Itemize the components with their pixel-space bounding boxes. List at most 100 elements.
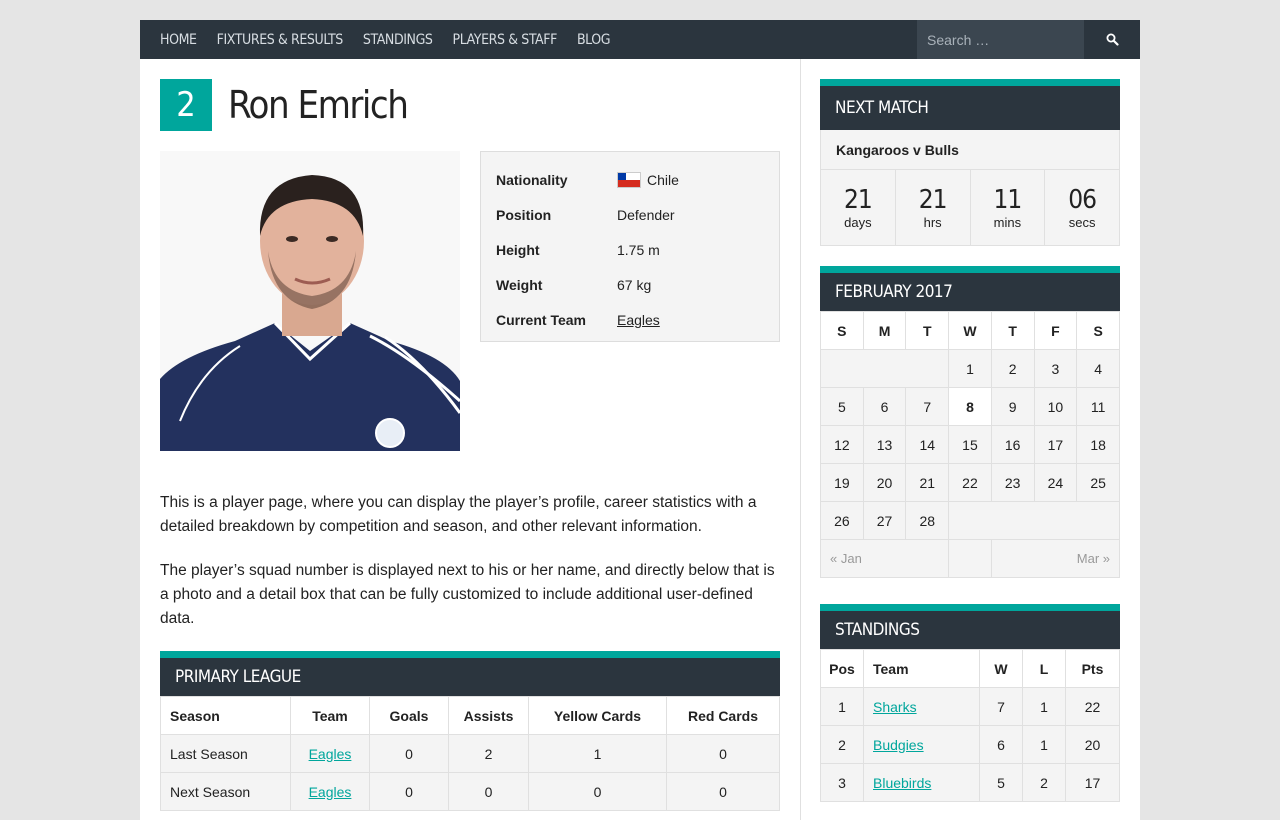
intro-paragraph: This is a player page, where you can dis… <box>160 494 757 535</box>
chile-flag-icon <box>617 171 641 188</box>
calendar-day[interactable]: 19 <box>820 463 864 502</box>
calendar-day[interactable]: 11 <box>1076 387 1120 426</box>
match-name[interactable]: Kangaroos v Bulls <box>820 130 1120 170</box>
calendar-day[interactable]: 12 <box>820 425 864 464</box>
calendar-day[interactable]: 4 <box>1076 349 1120 388</box>
calendar-day[interactable]: 15 <box>948 425 992 464</box>
calendar-day[interactable]: 22 <box>948 463 992 502</box>
team-link[interactable]: Bluebirds <box>873 775 931 791</box>
calendar-day[interactable]: 17 <box>1033 425 1078 464</box>
col-assists: Assists <box>448 696 529 735</box>
detail-value: Defender <box>617 206 675 223</box>
nav-standings[interactable]: STANDINGS <box>363 32 433 48</box>
calendar-nav-row: « Jan Mar » <box>819 539 1121 578</box>
yellow-cards-cell: 0 <box>528 772 667 811</box>
calendar-today[interactable]: 8 <box>948 387 992 426</box>
red-cards-cell: 0 <box>666 734 780 773</box>
player-photo <box>160 151 460 451</box>
points-cell: 22 <box>1065 687 1120 726</box>
calendar-day[interactable]: 21 <box>905 463 950 502</box>
search-button[interactable] <box>1084 20 1140 59</box>
calendar-day[interactable]: 2 <box>990 349 1035 388</box>
next-month-link[interactable]: Mar » <box>1077 551 1110 566</box>
nav-fixtures-results[interactable]: FIXTURES & RESULTS <box>217 32 344 48</box>
calendar-day[interactable]: 7 <box>905 387 950 426</box>
calendar-pad <box>948 539 992 578</box>
red-cards-cell: 0 <box>666 772 780 811</box>
detail-label: Height <box>496 241 540 258</box>
calendar-week: 5 6 7 8 9 10 11 <box>820 387 1120 426</box>
calendar-day[interactable]: 27 <box>862 501 907 540</box>
calendar-day[interactable]: 28 <box>905 501 950 540</box>
nav-blog[interactable]: BLOG <box>577 32 611 48</box>
season-cell: Next Season <box>160 772 291 811</box>
league-table: Season Team Goals Assists Yellow Cards R… <box>160 696 780 811</box>
calendar-day[interactable]: 5 <box>820 387 864 426</box>
col-l: L <box>1022 649 1066 688</box>
losses-cell: 1 <box>1022 687 1066 726</box>
team-link[interactable]: Eagles <box>309 746 352 762</box>
calendar-day[interactable]: 3 <box>1033 349 1078 388</box>
standings-table: Pos Team W L Pts 1 Sharks 7 1 22 2 Budgi… <box>820 649 1120 802</box>
wins-cell: 6 <box>979 725 1023 764</box>
calendar-day[interactable]: 10 <box>1033 387 1078 426</box>
weekday-label: T <box>905 311 950 350</box>
calendar-day[interactable]: 26 <box>820 501 864 540</box>
pos-cell: 1 <box>820 687 864 726</box>
detail-value: 1.75 m <box>617 241 660 258</box>
calendar-day[interactable]: 14 <box>905 425 950 464</box>
calendar-week: 26 27 28 <box>820 501 1120 540</box>
calendar-day[interactable]: 16 <box>990 425 1035 464</box>
detail-weight: Weight 67 kg <box>496 267 764 302</box>
col-goals: Goals <box>369 696 449 735</box>
team-link[interactable]: Sharks <box>873 699 917 715</box>
description-paragraph: The player’s squad number is displayed n… <box>160 562 775 627</box>
calendar-day[interactable]: 9 <box>990 387 1035 426</box>
table-header-row: Pos Team W L Pts <box>820 649 1120 688</box>
player-title: 2 Ron Emrich <box>160 79 780 131</box>
losses-cell: 1 <box>1022 725 1066 764</box>
season-cell: Last Season <box>160 734 291 773</box>
current-team-link[interactable]: Eagles <box>617 312 660 328</box>
main-content: 2 Ron Emrich Nationality Chile Position … <box>160 79 780 811</box>
col-yellow-cards: Yellow Cards <box>528 696 667 735</box>
player-name: Ron Emrich <box>228 83 409 127</box>
col-red-cards: Red Cards <box>666 696 780 735</box>
next-match-title: NEXT MATCH <box>820 79 1120 130</box>
goals-cell: 0 <box>369 734 449 773</box>
prev-month-link[interactable]: « Jan <box>830 551 862 566</box>
squad-number: 2 <box>160 79 212 131</box>
nav-players-staff[interactable]: PLAYERS & STAFF <box>453 32 558 48</box>
detail-value: 67 kg <box>617 276 652 293</box>
standings-title: STANDINGS <box>820 604 1120 649</box>
calendar-table: S M T W T F S 1 2 3 4 5 6 7 8 9 10 11 12 13 14 15 16 17 18 19 20 21… <box>819 311 1121 578</box>
standings-widget: STANDINGS Pos Team W L Pts 1 Sharks 7 1 … <box>820 604 1120 802</box>
page: HOME FIXTURES & RESULTS STANDINGS PLAYER… <box>140 20 1140 820</box>
countdown-seconds: 06 secs <box>1045 170 1119 245</box>
detail-label: Current Team <box>496 311 586 328</box>
calendar-day[interactable]: 24 <box>1033 463 1078 502</box>
calendar-day[interactable]: 18 <box>1076 425 1120 464</box>
calendar-pad <box>948 501 1120 540</box>
pos-cell: 3 <box>820 763 864 802</box>
calendar-day[interactable]: 20 <box>862 463 907 502</box>
calendar-day[interactable]: 25 <box>1076 463 1120 502</box>
search-icon <box>1106 33 1119 46</box>
calendar-week: 12 13 14 15 16 17 18 <box>820 425 1120 464</box>
countdown: 21 days 21 hrs 11 mins 06 secs <box>820 170 1120 246</box>
calendar-day[interactable]: 23 <box>990 463 1035 502</box>
weekday-label: S <box>820 311 864 350</box>
detail-label: Position <box>496 206 552 223</box>
calendar-day[interactable]: 6 <box>862 387 907 426</box>
search-input[interactable] <box>917 20 1084 59</box>
detail-height: Height 1.75 m <box>496 232 764 267</box>
team-link[interactable]: Budgies <box>873 737 924 753</box>
team-link[interactable]: Eagles <box>309 784 352 800</box>
countdown-days: 21 days <box>821 170 896 245</box>
weekday-label: W <box>948 311 992 350</box>
calendar-pad <box>819 349 950 388</box>
calendar-day[interactable]: 1 <box>948 349 992 388</box>
calendar-day[interactable]: 13 <box>862 425 907 464</box>
detail-value: Chile <box>647 171 679 188</box>
nav-home[interactable]: HOME <box>160 32 197 48</box>
